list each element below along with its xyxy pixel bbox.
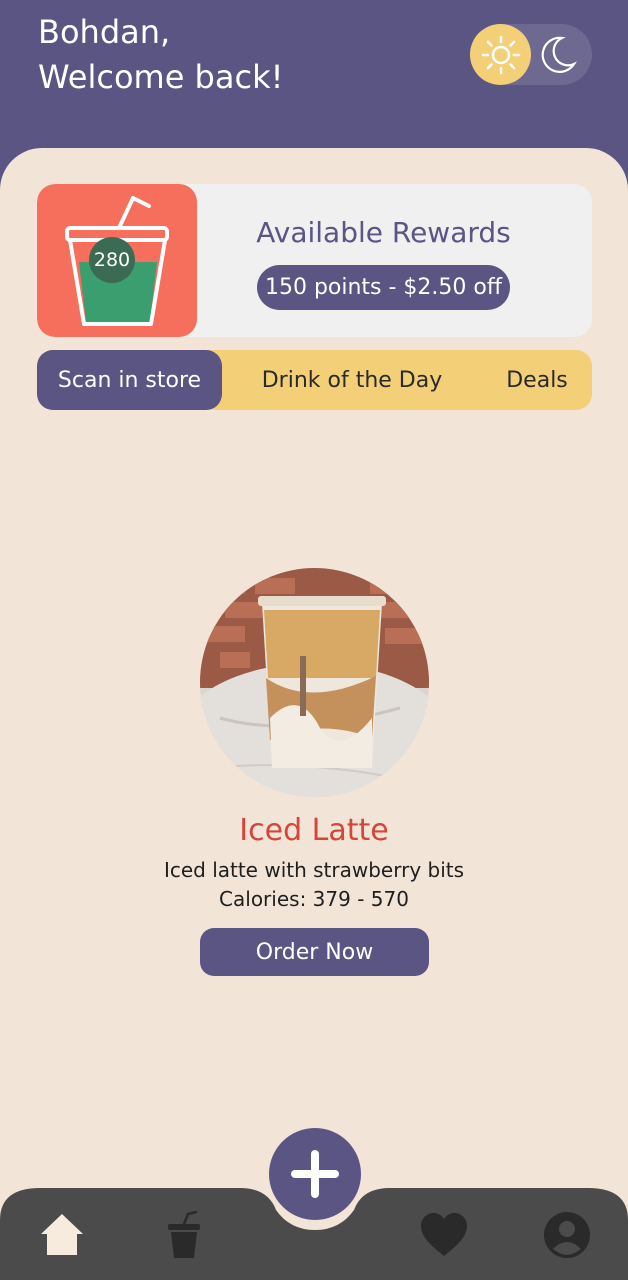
rewards-card[interactable]: 280 Available Rewards 150 points - $2.50… [37,184,592,337]
sun-icon[interactable] [470,24,531,85]
reward-offer-button[interactable]: 150 points - $2.50 off [257,265,510,310]
add-icon [291,1150,339,1198]
tab-drink-of-the-day[interactable]: Drink of the Day [247,350,457,410]
points-badge: 280 [89,237,135,283]
points-panel: 280 [37,184,197,337]
tab-scan-in-store[interactable]: Scan in store [37,350,222,410]
rewards-title: Available Rewards [256,216,511,249]
tab-deals[interactable]: Deals [497,350,577,410]
greeting-name: Bohdan, [38,13,171,51]
drink-name: Iced Latte [239,813,389,848]
greeting: Bohdan, Welcome back! [38,10,283,100]
tab-bar: Scan in store Drink of the Day Deals [37,350,592,410]
add-button[interactable] [269,1128,361,1220]
profile-icon[interactable] [543,1211,591,1259]
greeting-welcome: Welcome back! [38,58,284,96]
drink-description: Iced latte with strawberry bits [163,858,465,882]
heart-icon[interactable] [419,1212,469,1258]
drink-image [200,568,429,797]
main-content: 280 Available Rewards 150 points - $2.50… [0,148,628,1280]
theme-toggle[interactable] [470,24,592,85]
drink-cup-icon[interactable] [164,1210,204,1260]
drink-calories: Calories: 379 - 570 [219,887,409,911]
home-icon[interactable] [38,1210,86,1258]
moon-icon[interactable] [536,34,578,76]
order-now-button[interactable]: Order Now [200,928,429,976]
